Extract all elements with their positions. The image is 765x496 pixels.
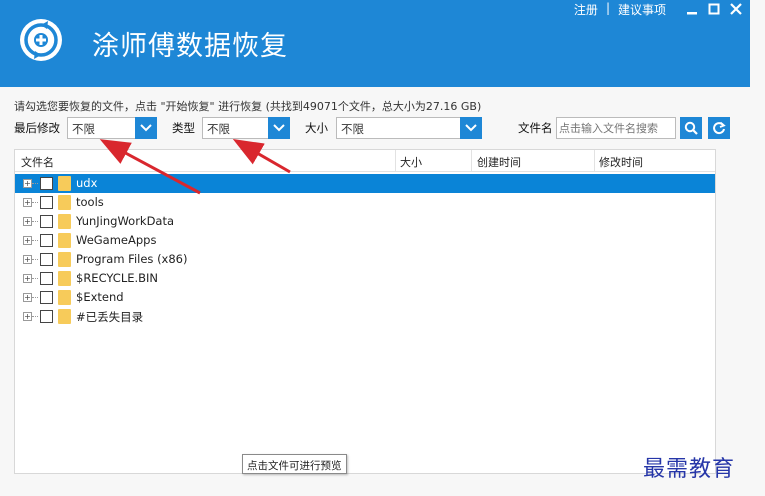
table-row[interactable]: + tools [15, 193, 715, 212]
column-header-name[interactable]: 文件名 [21, 154, 54, 170]
row-name: YunJingWorkData [76, 214, 175, 228]
title-bar: 涂师傅数据恢复 注册 | 建议事项 [0, 0, 750, 87]
folder-icon [58, 252, 71, 267]
expand-icon[interactable]: + [23, 217, 32, 226]
size-filter-label: 大小 [305, 121, 328, 135]
row-name: $Extend [76, 290, 124, 304]
filename-search-input[interactable] [556, 117, 676, 139]
expand-icon[interactable]: + [23, 274, 32, 283]
row-name: #已丢失目录 [76, 310, 144, 324]
expand-icon[interactable]: + [23, 293, 32, 302]
type-filter-value: 不限 [207, 122, 230, 136]
folder-icon [58, 195, 71, 210]
table-row[interactable]: + $RECYCLE.BIN [15, 269, 715, 288]
file-tree: + udx + tools + YunJingWorkData + WeGame… [15, 174, 715, 326]
folder-icon [58, 233, 71, 248]
row-checkbox[interactable] [40, 215, 53, 228]
type-filter-label: 类型 [172, 121, 195, 135]
maximize-icon[interactable] [706, 1, 722, 17]
table-row[interactable]: + udx [15, 174, 715, 193]
chevron-down-icon[interactable] [268, 117, 290, 139]
row-name: tools [76, 195, 104, 209]
column-header-size[interactable]: 大小 [400, 154, 422, 170]
watermark: 最需教育 [643, 457, 736, 482]
column-header-created[interactable]: 创建时间 [477, 154, 521, 170]
table-row[interactable]: + $Extend [15, 288, 715, 307]
expand-icon[interactable]: + [23, 312, 32, 321]
suggestion-link[interactable]: 建议事项 [618, 1, 666, 18]
table-row[interactable]: + Program Files (x86) [15, 250, 715, 269]
search-button[interactable] [680, 117, 702, 139]
folder-icon [58, 214, 71, 229]
register-link[interactable]: 注册 [574, 1, 598, 18]
preview-tooltip: 点击文件可进行预览 [242, 454, 347, 474]
scan-summary-text: 请勾选您要恢复的文件，点击 "开始恢复" 进行恢复 (共找到49071个文件，总… [14, 100, 482, 113]
row-checkbox[interactable] [40, 234, 53, 247]
chevron-down-icon[interactable] [460, 117, 482, 139]
row-checkbox[interactable] [40, 196, 53, 209]
expand-icon[interactable]: + [23, 198, 32, 207]
column-header-modified[interactable]: 修改时间 [599, 154, 643, 170]
filter-bar: 最后修改 不限 类型 不限 大小 不限 文件名 [14, 117, 734, 141]
close-icon[interactable] [728, 1, 744, 17]
expand-icon[interactable]: + [23, 255, 32, 264]
link-separator: | [605, 1, 610, 15]
type-filter-select[interactable]: 不限 [202, 117, 290, 139]
minimize-icon[interactable] [684, 1, 700, 17]
chevron-down-icon[interactable] [135, 117, 157, 139]
modified-filter-select[interactable]: 不限 [67, 117, 157, 139]
refresh-button[interactable] [708, 117, 730, 139]
expand-icon[interactable]: + [23, 179, 32, 188]
filename-search-label: 文件名 [518, 121, 553, 135]
modified-filter-value: 不限 [72, 122, 95, 136]
row-name: udx [76, 176, 98, 190]
recovery-logo-icon [20, 19, 62, 61]
row-checkbox[interactable] [40, 291, 53, 304]
file-table: 文件名 大小 创建时间 修改时间 + udx + tools + YunJing… [14, 149, 716, 474]
expand-icon[interactable]: + [23, 236, 32, 245]
search-icon [684, 121, 698, 135]
modified-filter-label: 最后修改 [14, 121, 60, 135]
row-checkbox[interactable] [40, 272, 53, 285]
folder-icon [58, 309, 71, 324]
refresh-icon [713, 121, 726, 135]
row-name: $RECYCLE.BIN [76, 271, 159, 285]
row-checkbox[interactable] [40, 177, 53, 190]
size-filter-value: 不限 [341, 122, 364, 136]
app-title: 涂师傅数据恢复 [92, 31, 288, 62]
table-header: 文件名 大小 创建时间 修改时间 [15, 150, 715, 172]
row-name: Program Files (x86) [76, 252, 188, 266]
row-checkbox[interactable] [40, 310, 53, 323]
table-row[interactable]: + WeGameApps [15, 231, 715, 250]
row-name: WeGameApps [76, 233, 157, 247]
folder-icon [58, 271, 71, 286]
folder-icon [58, 290, 71, 305]
size-filter-select[interactable]: 不限 [336, 117, 482, 139]
table-row[interactable]: + YunJingWorkData [15, 212, 715, 231]
row-checkbox[interactable] [40, 253, 53, 266]
table-row[interactable]: + #已丢失目录 [15, 307, 715, 326]
folder-icon [58, 176, 71, 191]
